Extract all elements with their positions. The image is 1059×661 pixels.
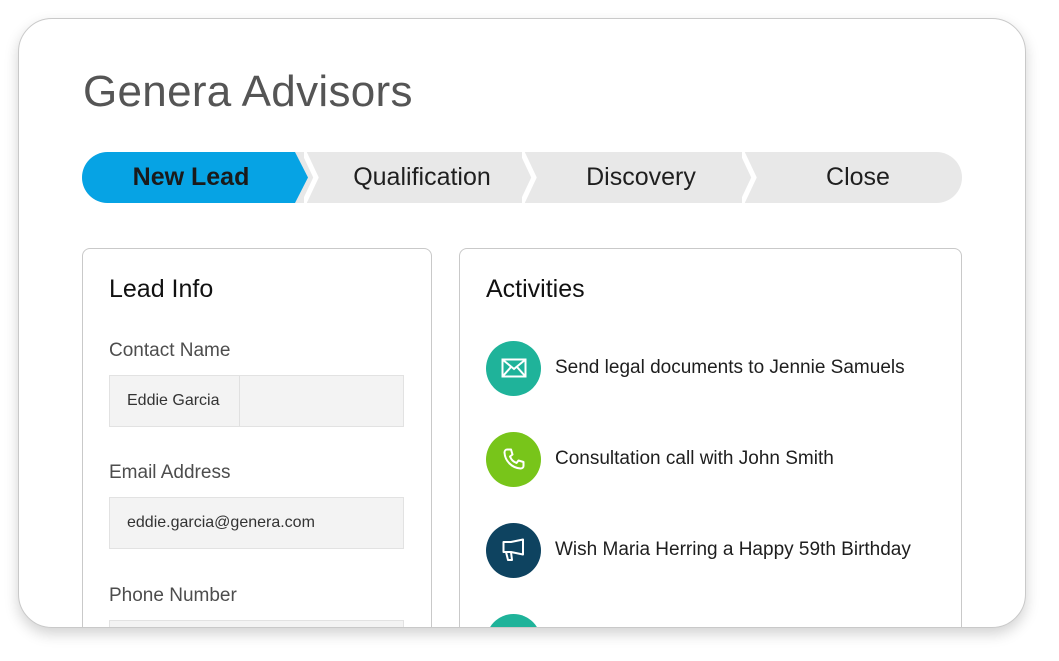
activity-item[interactable]: Consultation call with John Smith: [486, 431, 834, 487]
megaphone-icon: [486, 522, 541, 578]
stage-label: Qualification: [353, 163, 491, 191]
app-window: Genera Advisors New Lead Qualification D…: [18, 18, 1026, 628]
activity-item[interactable]: Send legal documents to Jennie Samuels: [486, 340, 905, 396]
stage-separator: [742, 152, 764, 203]
mail-icon: [486, 340, 541, 396]
email-address-label: Email Address: [109, 462, 231, 483]
email-address-value: eddie.garcia@genera.com: [127, 514, 315, 531]
stage-separator: [304, 152, 326, 203]
lead-info-title: Lead Info: [109, 275, 214, 303]
activity-item[interactable]: [486, 613, 555, 627]
phone-icon: [486, 431, 541, 487]
contact-name-field[interactable]: Eddie Garcia: [109, 375, 404, 427]
stage-label: Close: [826, 163, 890, 191]
stage-label: New Lead: [132, 163, 250, 191]
stage-qualification[interactable]: Qualification: [304, 152, 526, 203]
lead-info-panel: Lead Info Contact Name Eddie Garcia Emai…: [82, 248, 432, 627]
stage-close[interactable]: Close: [744, 152, 962, 203]
activity-text: Send legal documents to Jennie Samuels: [555, 357, 905, 378]
contact-name-label: Contact Name: [109, 340, 231, 361]
stage-separator: [522, 152, 544, 203]
stage-discovery[interactable]: Discovery: [524, 152, 744, 203]
stage-label: Discovery: [586, 163, 696, 191]
activity-item[interactable]: Wish Maria Herring a Happy 59th Birthday: [486, 522, 911, 578]
activities-title: Activities: [486, 275, 585, 303]
phone-number-field[interactable]: [109, 620, 404, 627]
stage-path: New Lead Qualification Discovery Close: [82, 152, 962, 203]
activities-panel: Activities Send legal documents to Jenni…: [459, 248, 962, 627]
activity-text: Consultation call with John Smith: [555, 448, 834, 469]
email-address-field[interactable]: eddie.garcia@genera.com: [109, 497, 404, 549]
field-divider: [239, 376, 240, 426]
stage-new-lead[interactable]: New Lead: [82, 152, 308, 203]
activity-text: Wish Maria Herring a Happy 59th Birthday: [555, 539, 911, 560]
phone-number-label: Phone Number: [109, 585, 237, 606]
contact-name-value: Eddie Garcia: [127, 392, 220, 409]
page-title: Genera Advisors: [83, 67, 413, 116]
task-icon: [486, 613, 541, 627]
